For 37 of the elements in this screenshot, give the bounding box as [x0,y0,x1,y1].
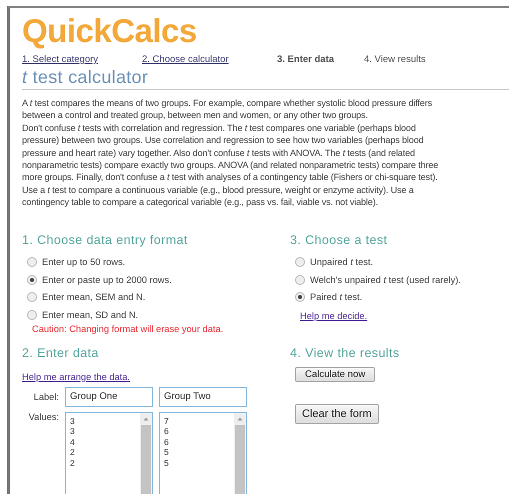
radio-button[interactable] [27,257,37,268]
step-link[interactable]: 2. Choose calculator [142,54,277,65]
calculate-button[interactable]: Calculate now [295,366,376,382]
help-link[interactable]: Help me arrange the data. [22,372,130,382]
option-label: Unpaired t test. [310,257,374,268]
section-heading: 2. Enter data [22,346,100,360]
section-heading: 4. View the results [290,346,401,360]
section-heading: 1. Choose data entry format [22,232,189,247]
radio-button[interactable] [27,274,37,285]
logo: QuickCalcs [22,12,198,50]
option-label: Enter up to 50 rows. [42,257,126,268]
label-field[interactable]: Group One [65,386,153,407]
radio-button[interactable] [295,292,305,302]
option-label: Welch's unpaired t test (used rarely). [310,274,461,285]
intro-paragraph: A t test compares the means of two groups. For example, compare whether systolic blood pressure differs between a control and treated group, between men and women, or any other two groups. [22,97,433,122]
option-label: Enter or paste up to 2000 rows. [42,274,172,285]
page-title: t test calculator [22,67,509,90]
field-caption: Values: [28,412,59,422]
clear-button[interactable]: Clear the form [295,404,379,424]
radio-button[interactable] [295,274,305,285]
option-label: Enter mean, SD and N. [42,310,138,320]
intro-paragraph: Don't confuse t tests with correlation and regression. The t test compares one variable (perhaps blood pressure) between two groups. Use correlation and regression to see how two variables (perhaps blood pressure and heart rate) vary together. Also don't confuse t tests with ANOVA. The t tests (and related nonparametric tests) compare exactly two groups. ANOVA (and related nonparametric tests) compare three more groups. Finally, don't confuse a t test with analyses of a contingency table (Fishers or chi-square test). Use a t test to compare a continuous variable (e.g., blood pressure, weight or enzyme activity). Use a contingency table to compare a categorical variable (e.g., pass vs. fail, viable vs. not viable). [22,122,440,209]
help-link[interactable]: Help me decide. [300,311,368,322]
label-field[interactable]: Group Two [159,386,247,407]
radio-button[interactable] [27,310,37,320]
option-label: Paired t test. [310,292,362,302]
values-field[interactable]: 7 6 6 5 5 [159,412,247,494]
step-link[interactable]: 1. Select category [22,54,142,65]
radio-button[interactable] [295,257,305,268]
caution-text: Caution: Changing format will erase your data. [32,324,224,334]
values-field[interactable]: 3 3 4 2 2 [65,412,153,494]
option-label: Enter mean, SEM and N. [42,292,146,302]
field-caption: Label: [32,392,59,402]
section-heading: 3. Choose a test [290,232,388,247]
step-label: 4. View results [364,54,427,65]
step-label: 3. Enter data [277,54,336,65]
radio-button[interactable] [27,292,37,302]
